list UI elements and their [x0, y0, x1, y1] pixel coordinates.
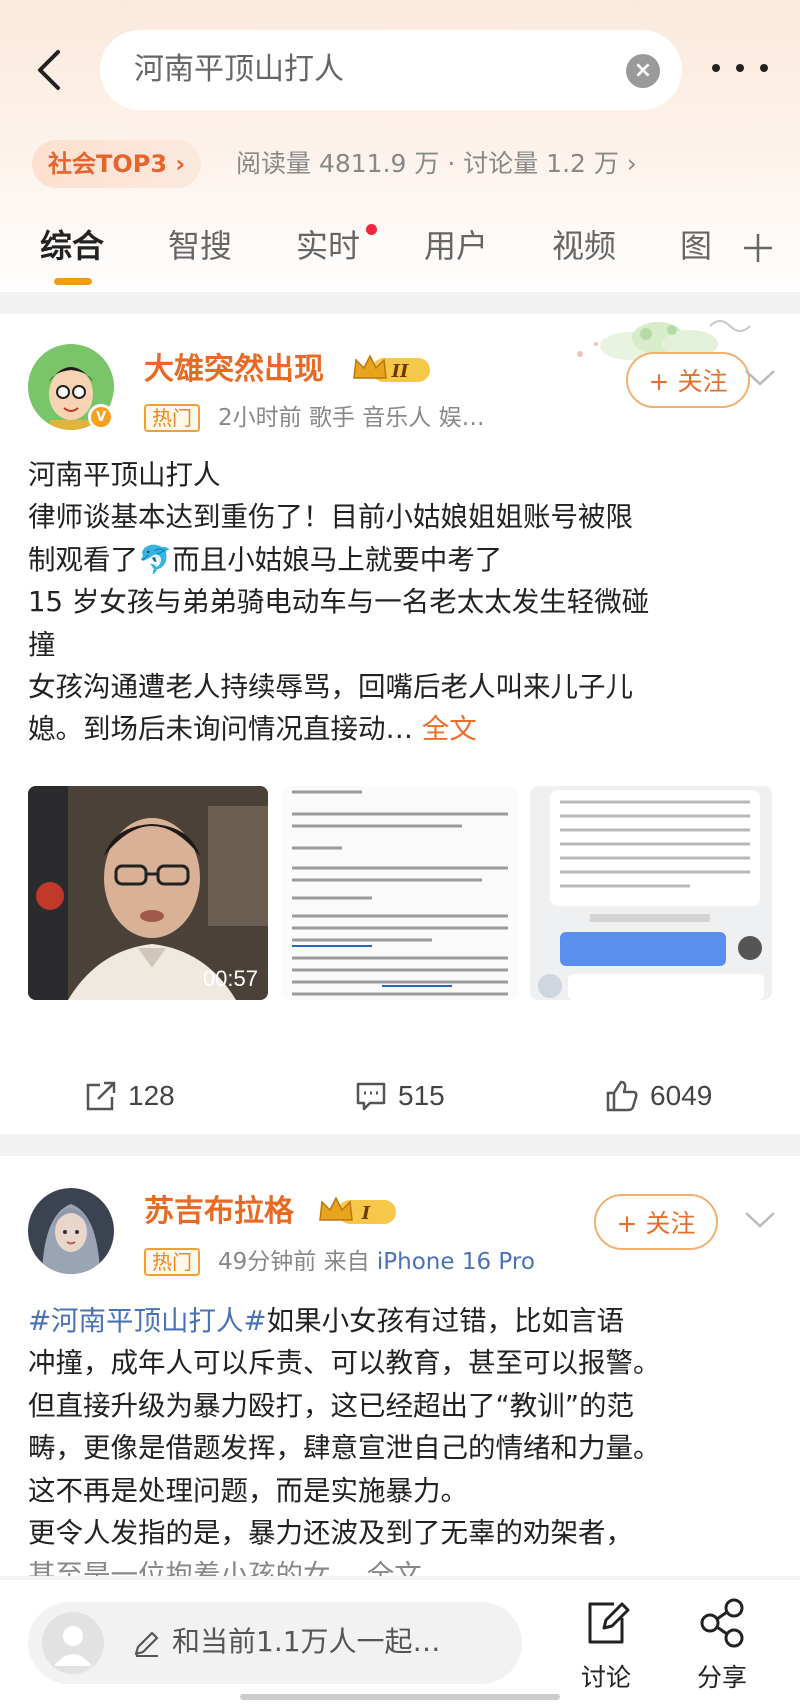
avatar[interactable] — [28, 1188, 114, 1274]
image-thumbnail[interactable] — [282, 786, 518, 1000]
post-line: 但直接升级为暴力殴打，这已经超出了“教训”的范 — [28, 1389, 634, 1422]
comment-placeholder: 和当前1.1万人一起… — [172, 1625, 441, 1658]
tab-video[interactable]: 视频 — [552, 224, 616, 268]
edit-square-icon — [588, 1602, 630, 1644]
avatar-portrait-icon — [28, 1188, 114, 1274]
post-line: 这不再是处理问题，而是实施暴力。 — [28, 1474, 468, 1507]
add-tab-icon[interactable] — [740, 230, 776, 266]
share-label: 分享 — [696, 1663, 747, 1692]
post-card[interactable]: V 大雄突然出现 II + 关注 热门 2小时前 歌手 音乐人 娱… 河南平顶山… — [0, 314, 800, 1134]
home-indicator — [240, 1694, 560, 1700]
search-input[interactable]: 河南平顶山打人 × — [100, 30, 682, 110]
post-actions: 128 515 6049 — [0, 1058, 800, 1138]
post-author-name[interactable]: 大雄突然出现 — [144, 350, 324, 390]
share-nodes-icon — [700, 1598, 744, 1648]
svg-text:II: II — [391, 361, 409, 382]
topic-stats[interactable]: 阅读量 4811.9 万 · 讨论量 1.2 万 › — [236, 140, 637, 188]
post-body[interactable]: #河南平顶山打人#如果小女孩有过错，比如言语 冲撞，成年人可以斥责、可以教育，甚… — [28, 1300, 776, 1576]
follow-button[interactable]: + 关注 — [626, 352, 750, 408]
chevron-down-icon[interactable] — [744, 1210, 776, 1230]
svg-text:I: I — [361, 1203, 371, 1224]
comment-icon — [356, 1082, 386, 1111]
follow-button[interactable]: + 关注 — [594, 1194, 718, 1250]
tab-users[interactable]: 用户 — [424, 224, 488, 268]
back-button[interactable] — [28, 42, 68, 98]
video-duration: 00:57 — [202, 966, 258, 991]
like-button[interactable]: 6049 — [604, 1072, 712, 1120]
post-line-last: 媳。到场后未询问情况直接动… 全文 — [28, 708, 776, 750]
repost-button[interactable]: 128 — [84, 1072, 175, 1120]
post-line: 女孩沟通遭老人持续辱骂，回嘴后老人叫来儿子儿 — [28, 671, 633, 704]
chat-screenshot-icon — [530, 786, 772, 1000]
post-body[interactable]: 河南平顶山打人 律师谈基本达到重伤了！目前小姑娘姐姐账号被限 制观看了🐬而且小姑… — [28, 454, 776, 751]
like-count: 6049 — [650, 1080, 713, 1111]
hashtag-link[interactable]: #河南平顶山打人# — [28, 1305, 267, 1337]
tab-realtime[interactable]: 实时 — [296, 224, 360, 268]
video-thumbnail[interactable]: 00:57 — [28, 786, 268, 1000]
image-thumbnail[interactable] — [530, 786, 772, 1000]
tab-smart-search[interactable]: 智搜 — [168, 224, 232, 268]
more-options-icon[interactable] — [712, 50, 768, 86]
vip-crown-icon: I — [319, 1196, 396, 1224]
read-more-link[interactable]: 全文 — [413, 713, 477, 745]
comment-button[interactable]: 515 — [354, 1072, 445, 1120]
chevron-down-icon[interactable] — [744, 368, 776, 388]
tab-bar: 综合 智搜 实时 用户 视频 图 — [0, 216, 800, 292]
post-line-cut: 甚至是一位抱着小孩的女… 全文 — [28, 1559, 422, 1576]
post-line: 如果小女孩有过错，比如言语 — [266, 1305, 625, 1337]
bottom-bar: 和当前1.1万人一起… 讨论 分享 — [0, 1580, 800, 1707]
hot-tag: 热门 — [144, 1248, 200, 1276]
user-avatar-icon — [42, 1612, 104, 1674]
discuss-label: 讨论 — [580, 1663, 631, 1692]
pencil-icon — [134, 1631, 159, 1657]
repost-count: 128 — [128, 1080, 175, 1111]
tab-images[interactable]: 图 — [680, 224, 712, 268]
post-line: 更令人发指的是，暴力还波及到了无辜的劝架者， — [28, 1517, 633, 1550]
thumbs-up-icon — [606, 1080, 638, 1112]
vip-crown-icon: II — [353, 354, 430, 382]
search-header: 河南平顶山打人 × 社会TOP3 › 阅读量 4811.9 万 · 讨论量 1.… — [0, 0, 800, 292]
comment-input[interactable]: 和当前1.1万人一起… — [28, 1602, 522, 1684]
hot-tag: 热门 — [144, 404, 200, 432]
post-author-name[interactable]: 苏吉布拉格 — [144, 1192, 294, 1232]
search-query: 河南平顶山打人 — [134, 52, 344, 87]
post-time-source: 49分钟前 来自 — [218, 1249, 377, 1275]
post-meta: 2小时前 歌手 音乐人 娱… — [218, 405, 485, 431]
post-card[interactable]: 苏吉布拉格 I + 关注 热门 49分钟前 来自 iPhone 16 Pro #… — [0, 1156, 800, 1576]
tab-comprehensive[interactable]: 综合 — [40, 224, 104, 268]
back-arrow-icon — [38, 50, 60, 90]
post-line-first: #河南平顶山打人#如果小女孩有过错，比如言语 — [28, 1300, 776, 1342]
post-line: 畴，更像是借题发挥，肆意宣泄自己的情绪和力量。 — [28, 1432, 661, 1465]
post-line: 15 岁女孩与弟弟骑电动车与一名老太太发生轻微碰 — [28, 586, 650, 619]
share-button[interactable]: 分享 — [682, 1598, 762, 1694]
document-image-icon — [282, 786, 518, 1000]
post-line: 冲撞，成年人可以斥责、可以教育，甚至可以报警。 — [28, 1347, 661, 1380]
post-line: 撞 — [28, 628, 56, 661]
post-device[interactable]: iPhone 16 Pro — [377, 1249, 535, 1275]
comment-count: 515 — [398, 1080, 445, 1111]
post-line: 律师谈基本达到重伤了！目前小姑娘姐姐账号被限 — [28, 501, 633, 534]
post-truncated-text: 媳。到场后未询问情况直接动… — [28, 713, 413, 746]
topic-rank-badge[interactable]: 社会TOP3 › — [32, 140, 202, 188]
verified-badge-icon: V — [88, 404, 114, 430]
post-meta: 49分钟前 来自 iPhone 16 Pro — [218, 1246, 535, 1278]
active-tab-indicator — [54, 278, 92, 285]
post-line: 河南平顶山打人 — [28, 459, 221, 491]
clear-icon[interactable]: × — [626, 54, 660, 88]
post-line: 制观看了🐬而且小姑娘马上就要中考了 — [28, 543, 503, 576]
share-arrow-icon — [86, 1081, 116, 1111]
realtime-red-dot — [366, 224, 377, 235]
discuss-button[interactable]: 讨论 — [566, 1598, 646, 1694]
